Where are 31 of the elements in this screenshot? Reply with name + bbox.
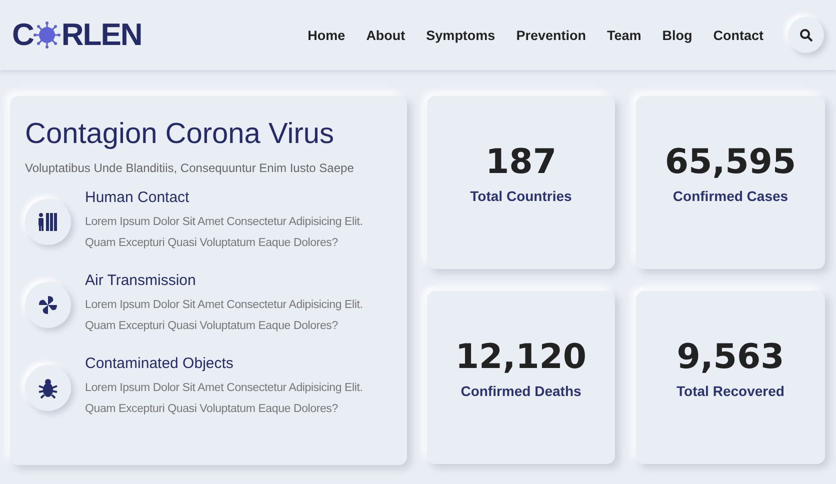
feature-text: Lorem Ipsum Dolor Sit Amet Consectetur Adipisicing Elit. Quam Excepturi Quasi Voluptatum Eaque Dolores? (85, 215, 364, 251)
search-button[interactable] (788, 17, 824, 53)
feature-title: Human Contact (85, 189, 190, 206)
stat-label: Confirmed Deaths (460, 383, 582, 399)
nav-link[interactable]: Blog (652, 22, 703, 48)
logo-text: C (12, 17, 34, 53)
feature-title: Contaminated Objects (85, 355, 234, 372)
nav-link[interactable]: Team (596, 22, 652, 48)
stat-number: 9,563 (676, 337, 784, 377)
virus-icon (33, 21, 62, 49)
person-door-icon (37, 211, 59, 233)
nav-link[interactable]: Contact (702, 22, 774, 48)
pinwheel-icon (37, 294, 59, 316)
nav-link[interactable]: Symptoms (416, 22, 506, 48)
stat-number: 187 (486, 142, 556, 182)
bug-icon (37, 377, 59, 399)
intro-title: Contagion Corona Virus (25, 118, 335, 151)
feature-title: Air Transmission (85, 272, 197, 289)
nav-link[interactable]: Home (297, 22, 356, 48)
stat-label: Total Recovered (676, 383, 784, 399)
intro-subtitle: Voluptatibus Unde Blanditiis, Consequuntur Enim Iusto Saepe (25, 161, 355, 175)
stat-label: Total Countries (470, 188, 572, 204)
feature-text: Lorem Ipsum Dolor Sit Amet Consectetur Adipisicing Elit. Quam Excepturi Quasi Voluptatum Eaque Dolores? (85, 298, 364, 334)
nav-link[interactable]: Prevention (506, 22, 596, 48)
nav-link[interactable]: About (356, 22, 416, 48)
stat-label: Confirmed Cases (672, 188, 788, 204)
stat-number: 65,595 (664, 142, 796, 182)
search-icon (799, 28, 813, 42)
logo-text: RLEN (61, 17, 142, 53)
feature-text: Lorem Ipsum Dolor Sit Amet Consectetur Adipisicing Elit. Quam Excepturi Quasi Voluptatum Eaque Dolores? (85, 381, 364, 417)
stat-number: 12,120 (455, 337, 587, 377)
